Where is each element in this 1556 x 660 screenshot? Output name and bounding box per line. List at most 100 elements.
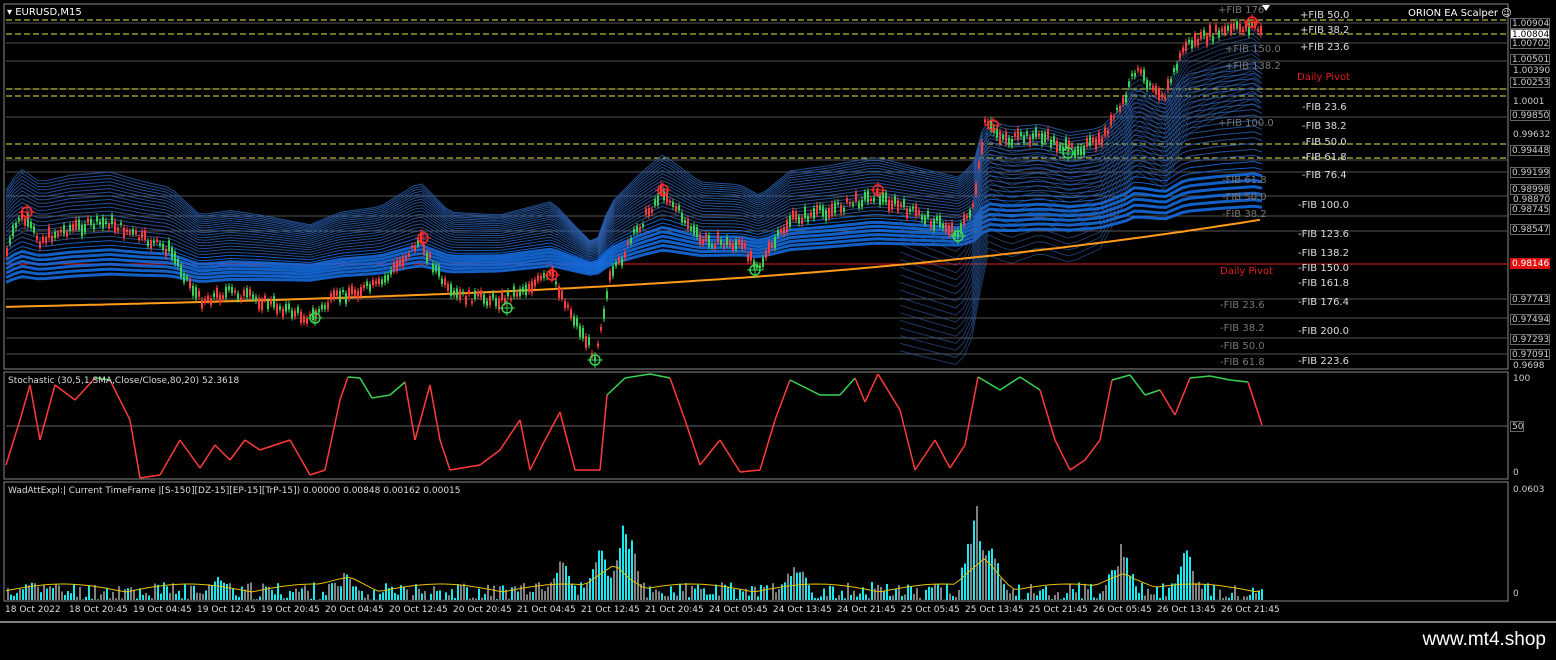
candle-body xyxy=(114,220,116,232)
wad-histogram-bar xyxy=(91,598,93,600)
stoch-axis-max: 100 xyxy=(1513,374,1531,384)
candle-body xyxy=(366,281,368,287)
time-axis-label: 18 Oct 20:45 xyxy=(69,605,128,615)
wad-histogram-bar xyxy=(670,586,672,600)
wad-histogram-bar xyxy=(916,588,918,600)
candle-body xyxy=(393,262,395,271)
candle-body xyxy=(501,291,503,301)
wad-histogram-bar xyxy=(1159,597,1161,600)
candle-body xyxy=(264,295,266,300)
candle-body xyxy=(600,326,602,331)
wad-histogram-bar xyxy=(751,586,753,600)
wad-histogram-bar xyxy=(382,592,384,600)
candle-body xyxy=(228,286,230,290)
stochastic-line xyxy=(109,379,131,421)
wad-histogram-bar xyxy=(148,595,150,600)
candle-body xyxy=(1119,105,1121,112)
candle-body xyxy=(195,287,197,299)
candle-body xyxy=(579,325,581,338)
candle-body xyxy=(9,237,11,245)
stochastic-line xyxy=(649,373,671,379)
wad-histogram-bar xyxy=(1225,596,1227,600)
candle-body xyxy=(708,235,710,247)
candle-body xyxy=(1185,41,1187,51)
candle-body xyxy=(687,218,689,229)
mt4-chart-window[interactable]: ▾ EURUSD,M15 ORION EA Scalper ☺ +FIB 50.… xyxy=(0,0,1556,660)
candle-body xyxy=(132,229,134,235)
candle-body xyxy=(447,283,449,291)
candle-body xyxy=(384,275,386,283)
candle-body xyxy=(1107,130,1109,135)
candle-body xyxy=(669,200,671,204)
wad-histogram-bar xyxy=(73,584,75,600)
candle-body xyxy=(1041,132,1043,145)
wad-histogram-bar xyxy=(934,583,936,600)
candle-body xyxy=(1008,137,1010,146)
candle-body xyxy=(273,296,275,308)
symbol-label[interactable]: ▾ EURUSD,M15 xyxy=(7,7,82,18)
wad-histogram-bar xyxy=(262,583,264,600)
stochastic-line xyxy=(139,474,161,479)
stochastic-line xyxy=(289,439,311,476)
candle-body xyxy=(198,291,200,297)
wad-histogram-bar xyxy=(1042,589,1044,600)
wad-histogram-bar xyxy=(1036,595,1038,600)
stochastic-line xyxy=(1019,376,1041,391)
candle-body xyxy=(219,294,221,303)
wad-histogram-bar xyxy=(628,548,630,600)
candle-body xyxy=(564,300,566,309)
wad-histogram-bar xyxy=(1024,599,1026,600)
wad-histogram-bar xyxy=(880,586,882,600)
candle-body xyxy=(99,221,101,225)
wad-histogram-bar xyxy=(463,583,465,600)
stochastic-line xyxy=(159,439,181,476)
candle-body xyxy=(474,290,476,299)
price-box: 0.99199 xyxy=(1510,167,1550,178)
stochastic-line xyxy=(1069,459,1086,471)
wad-histogram-bar xyxy=(961,567,963,600)
stochastic-line xyxy=(789,379,821,396)
wad-histogram-bar xyxy=(1183,553,1185,600)
candle-body xyxy=(126,229,128,233)
wad-histogram-bar xyxy=(970,543,972,600)
wad-histogram-bar xyxy=(841,590,843,600)
candle-body xyxy=(1020,132,1022,137)
wad-histogram-bar xyxy=(229,583,231,600)
candle-body xyxy=(207,295,209,301)
time-axis-label: 25 Oct 21:45 xyxy=(1029,605,1088,615)
chevron-down-icon[interactable]: ▾ xyxy=(7,7,12,18)
candle-body xyxy=(615,262,617,267)
wad-histogram-bar xyxy=(124,589,126,600)
wad-histogram-bar xyxy=(430,593,432,600)
stochastic-line xyxy=(1084,439,1101,461)
stochastic-line xyxy=(774,379,791,421)
wad-histogram-bar xyxy=(667,596,669,600)
stochastic-line xyxy=(899,409,916,471)
wad-histogram-bar xyxy=(301,588,303,600)
wad-histogram-bar xyxy=(508,598,510,600)
stochastic-line xyxy=(309,469,326,476)
fib-gray-b38: -FIB 38.2 xyxy=(1220,323,1265,334)
pivot-price-box: 0.98146 xyxy=(1510,258,1550,269)
stochastic-title: Stochastic (30,5,1,SMA,Close/Close,80,20… xyxy=(8,376,240,386)
wad-histogram-bar xyxy=(1096,598,1098,600)
candle-body xyxy=(540,275,542,280)
wad-histogram-bar xyxy=(133,589,135,600)
wad-histogram-bar xyxy=(964,563,966,600)
wad-histogram-bar xyxy=(958,589,960,600)
candle-body xyxy=(741,240,743,249)
stochastic-line xyxy=(439,439,451,471)
fib-minus-123: -FIB 123.6 xyxy=(1298,229,1349,240)
candle-body xyxy=(351,286,353,295)
wad-histogram-bar xyxy=(1069,583,1071,600)
candle-body xyxy=(603,308,605,319)
price-box: 1.00253 xyxy=(1510,77,1550,88)
candle-body xyxy=(495,298,497,307)
candle-body xyxy=(765,250,767,259)
candle-body xyxy=(36,235,38,241)
wad-histogram-bar xyxy=(286,597,288,600)
candle-body xyxy=(267,301,269,310)
candle-body xyxy=(363,284,365,289)
candle-body xyxy=(324,305,326,310)
wad-histogram-bar xyxy=(79,587,81,600)
